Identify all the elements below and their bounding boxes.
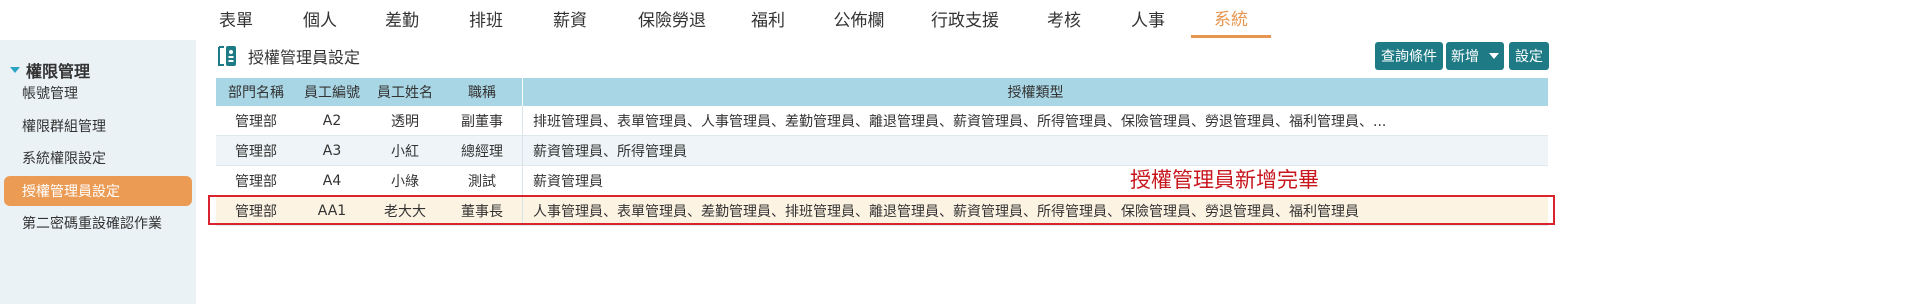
cell-job-title: 測試 [468,174,496,190]
nav-item-bulletin[interactable]: 公佈欄 [826,0,892,36]
nav-item-personal[interactable]: 個人 [296,0,344,36]
sidebar-item-label: 第二密碼重設確認作業 [22,216,162,232]
cell-employee-name: 小綠 [391,174,419,190]
nav-item-payroll[interactable]: 薪資 [546,0,594,36]
table-header: 部門名稱 員工編號 員工姓名 職稱 授權類型 [216,78,1548,106]
sidebar: 權限管理 帳號管理 權限群組管理 系統權限設定 授權管理員設定 第二密碼重設確認… [0,40,196,304]
sidebar-item-label: 授權管理員設定 [22,184,120,200]
nav-item-hr[interactable]: 人事 [1124,0,1172,36]
cell-job-title: 副董事 [461,114,503,130]
cell-employee-id: A4 [322,173,342,189]
cell-authorization-type: 薪資管理員 [522,166,1548,196]
nav-item-appraisal[interactable]: 考核 [1040,0,1088,36]
cell-employee-name: 小紅 [391,144,419,160]
cell-employee-id: A3 [322,143,342,159]
nav-item-shifts[interactable]: 排班 [462,0,510,36]
cell-authorization-type: 薪資管理員、所得管理員 [522,136,1548,166]
header-authorization-type: 授權類型 [522,78,1548,106]
table-row[interactable]: 管理部 A4 小綠 測試 薪資管理員 [216,166,1548,196]
sidebar-item-label: 系統權限設定 [22,151,106,167]
nav-item-admin-support[interactable]: 行政支援 [925,0,1005,36]
cell-department: 管理部 [235,144,277,160]
table-row[interactable]: 管理部 A2 透明 副董事 排班管理員、表單管理員、人事管理員、差勤管理員、離退… [216,106,1548,136]
cell-department: 管理部 [235,174,277,190]
new-row-highlight-box [208,195,1555,225]
sidebar-item-label: 權限群組管理 [22,119,106,135]
table-row[interactable]: 管理部 A3 小紅 總經理 薪資管理員、所得管理員 [216,136,1548,166]
header-employee-id: 員工編號 [304,85,360,101]
sidebar-item-system-permissions[interactable]: 系統權限設定 [4,143,192,173]
sidebar-item-second-password-reset[interactable]: 第二密碼重設確認作業 [4,208,192,238]
query-conditions-button[interactable]: 查詢條件 [1375,42,1443,70]
cell-department: 管理部 [235,114,277,130]
cell-employee-id: A2 [322,113,342,129]
page-title: 授權管理員設定 [216,42,360,70]
settings-label: 設定 [1515,49,1543,65]
nav-item-system[interactable]: 系統 [1191,0,1271,38]
sidebar-item-permission-groups[interactable]: 權限群組管理 [4,111,192,141]
add-dropdown-button[interactable]: 新增 [1446,42,1504,70]
add-label: 新增 [1451,49,1479,65]
header-department: 部門名稱 [228,85,284,101]
sidebar-item-accounts[interactable]: 帳號管理 [4,78,192,108]
caret-down-icon [10,67,20,73]
admin-settings-icon [218,46,236,66]
nav-item-welfare[interactable]: 福利 [744,0,792,36]
sidebar-item-authorized-admins[interactable]: 授權管理員設定 [4,176,192,206]
page-title-text: 授權管理員設定 [248,48,361,67]
header-job-title: 職稱 [468,85,496,101]
query-conditions-label: 查詢條件 [1381,49,1437,65]
cell-employee-name: 透明 [391,114,419,130]
settings-button[interactable]: 設定 [1509,42,1549,70]
nav-item-insurance[interactable]: 保險勞退 [628,0,716,36]
chevron-down-icon [1489,53,1499,59]
annotation-text: 授權管理員新增完畢 [1130,168,1319,192]
cell-job-title: 總經理 [461,144,503,160]
top-nav: 表單 個人 差勤 排班 薪資 保險勞退 福利 公佈欄 行政支援 考核 人事 系統 [0,0,1919,38]
header-employee-name: 員工姓名 [377,85,433,101]
cell-authorization-type: 排班管理員、表單管理員、人事管理員、差勤管理員、離退管理員、薪資管理員、所得管理… [522,106,1548,136]
nav-item-forms[interactable]: 表單 [212,0,260,36]
sidebar-item-label: 帳號管理 [22,86,78,102]
nav-item-attendance[interactable]: 差勤 [378,0,426,36]
